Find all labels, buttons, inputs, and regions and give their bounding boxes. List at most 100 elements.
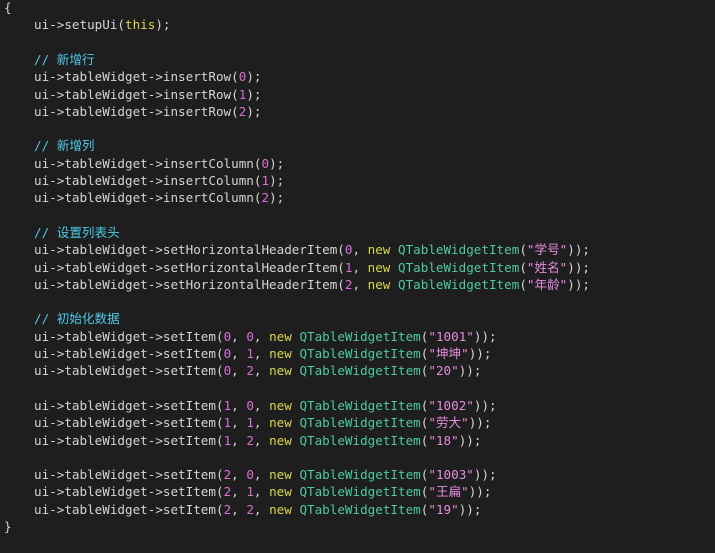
code-token-type: QTableWidgetItem — [299, 346, 421, 361]
code-token-type: QTableWidgetItem — [299, 415, 421, 431]
code-line[interactable]: ui->tableWidget->insertColumn(2); — [4, 189, 284, 207]
code-token-string: "王扁" — [428, 484, 469, 500]
code-token-plain: , — [253, 501, 270, 517]
code-token-plain: ); — [246, 69, 262, 85]
code-line[interactable]: // 新增行 — [4, 51, 95, 69]
code-token-plain: ); — [246, 86, 262, 102]
code-line[interactable]: ui->tableWidget->setItem(0, 0, new QTabl… — [4, 328, 497, 346]
code-token-keyword: new — [367, 276, 391, 292]
code-line[interactable]: } — [4, 518, 12, 536]
code-token-plain: , — [352, 242, 368, 258]
code-token-string: "20" — [428, 363, 459, 379]
code-token-number: 0 — [261, 155, 270, 171]
code-line[interactable]: ui->tableWidget->setHorizontalHeaderItem… — [4, 259, 590, 277]
code-token-plain: ui->tableWidget->setItem( — [34, 363, 224, 379]
code-token-plain: ui->tableWidget->setItem( — [34, 501, 224, 517]
code-token-string: "1002" — [428, 397, 474, 413]
code-token-plain: ui->tableWidget->insertRow( — [34, 69, 239, 85]
code-line[interactable]: ui->tableWidget->setItem(0, 2, new QTabl… — [4, 362, 481, 380]
code-token-plain: ui->tableWidget->setItem( — [34, 467, 224, 483]
code-token-keyword: new — [269, 328, 292, 344]
code-token-number: 1 — [261, 173, 270, 188]
code-line[interactable]: ui->tableWidget->setItem(0, 1, new QTabl… — [4, 345, 491, 363]
code-token-plain: ); — [155, 17, 171, 33]
code-token-comment: // 初始化数据 — [34, 311, 120, 327]
code-token-plain: , — [352, 276, 368, 292]
code-token-comment: // 设置列表头 — [34, 224, 120, 240]
code-token-plain: ); — [269, 155, 285, 171]
code-token-number: 0 — [246, 328, 254, 344]
code-token-keyword: new — [269, 484, 292, 500]
code-token-type: QTableWidgetItem — [299, 467, 421, 483]
code-token-plain: ui->tableWidget->setItem( — [34, 415, 224, 431]
code-token-plain: ); — [269, 190, 285, 206]
code-line[interactable]: ui->tableWidget->setHorizontalHeaderItem… — [4, 276, 590, 294]
code-line[interactable]: // 设置列表头 — [4, 224, 120, 242]
code-line[interactable]: { — [4, 0, 12, 17]
code-token-string: "学号" — [526, 242, 568, 258]
code-line[interactable]: ui->tableWidget->insertRow(0); — [4, 68, 261, 86]
code-token-keyword: new — [269, 363, 292, 379]
code-token-string: "年龄" — [526, 276, 568, 292]
code-token-plain: ui->tableWidget->setItem( — [34, 397, 224, 413]
code-token-plain: ); — [246, 103, 262, 119]
code-line[interactable]: ui->tableWidget->setItem(2, 2, new QTabl… — [4, 501, 481, 519]
code-token-number: 1 — [246, 484, 254, 500]
code-token-number: 2 — [261, 190, 270, 206]
code-line[interactable]: ui->tableWidget->insertRow(2); — [4, 103, 261, 121]
code-token-keyword: new — [269, 432, 292, 448]
code-token-plain: ( — [519, 276, 527, 292]
code-token-keyword: new — [269, 415, 292, 431]
code-token-plain: )); — [468, 415, 492, 431]
code-token-string: "19" — [428, 501, 459, 517]
code-token-plain: , — [253, 467, 270, 483]
code-token-plain: , — [253, 432, 270, 448]
code-token-plain: )); — [567, 276, 591, 292]
code-line[interactable]: ui->tableWidget->setItem(2, 1, new QTabl… — [4, 483, 491, 501]
code-token-number: 0 — [246, 397, 254, 413]
code-token-keyword: new — [269, 467, 292, 483]
code-line[interactable]: ui->tableWidget->setHorizontalHeaderItem… — [4, 241, 590, 259]
code-token-number: 1 — [246, 415, 254, 431]
code-token-type: QTableWidgetItem — [299, 397, 421, 413]
code-token-keyword: new — [269, 397, 292, 413]
code-token-plain: , — [231, 432, 247, 448]
code-token-plain: , — [231, 346, 247, 361]
code-token-plain: )); — [468, 346, 492, 361]
code-token-plain: )); — [473, 397, 497, 413]
code-token-plain: ui->tableWidget->setItem( — [34, 432, 224, 448]
code-token-plain: ui->tableWidget->setItem( — [34, 484, 224, 500]
code-token-plain: ui->tableWidget->insertRow( — [34, 103, 239, 119]
code-line[interactable]: ui->tableWidget->setItem(1, 1, new QTabl… — [4, 414, 491, 432]
code-token-number: 2 — [246, 432, 254, 448]
code-token-plain: , — [231, 328, 247, 344]
code-token-plain: , — [253, 484, 270, 500]
code-line[interactable]: // 新增列 — [4, 137, 95, 155]
code-token-number: 1 — [246, 346, 254, 361]
code-token-plain: , — [352, 259, 368, 275]
code-token-plain: , — [231, 501, 247, 517]
code-token-plain: )); — [468, 484, 492, 500]
code-token-type: QTableWidgetItem — [299, 432, 421, 448]
code-line[interactable]: ui->tableWidget->insertColumn(1); — [4, 172, 284, 190]
code-token-plain: ui->tableWidget->insertColumn( — [34, 173, 262, 188]
code-line[interactable]: ui->tableWidget->setItem(1, 0, new QTabl… — [4, 397, 497, 415]
code-token-type: QTableWidgetItem — [299, 484, 421, 500]
code-line[interactable]: ui->tableWidget->setItem(2, 0, new QTabl… — [4, 466, 497, 484]
code-line[interactable]: ui->setupUi(this); — [4, 16, 171, 34]
code-token-plain: )); — [473, 467, 497, 483]
code-editor[interactable]: {ui->setupUi(this);// 新增行 ui->tableWidget… — [0, 0, 715, 553]
code-token-string: "劳大" — [428, 415, 469, 431]
code-line[interactable]: ui->tableWidget->insertColumn(0); — [4, 155, 284, 173]
code-token-string: "姓名" — [526, 259, 568, 275]
code-token-comment: // 新增行 — [34, 51, 95, 67]
code-token-plain: , — [253, 397, 270, 413]
code-line[interactable]: ui->tableWidget->insertRow(1); — [4, 86, 261, 104]
code-token-plain: , — [231, 397, 247, 413]
code-line[interactable]: // 初始化数据 — [4, 310, 120, 328]
code-line[interactable]: ui->tableWidget->setItem(1, 2, new QTabl… — [4, 432, 481, 450]
code-token-type: QTableWidgetItem — [299, 501, 421, 517]
code-token-plain: )); — [473, 328, 497, 344]
code-token-string: "1003" — [428, 467, 474, 483]
